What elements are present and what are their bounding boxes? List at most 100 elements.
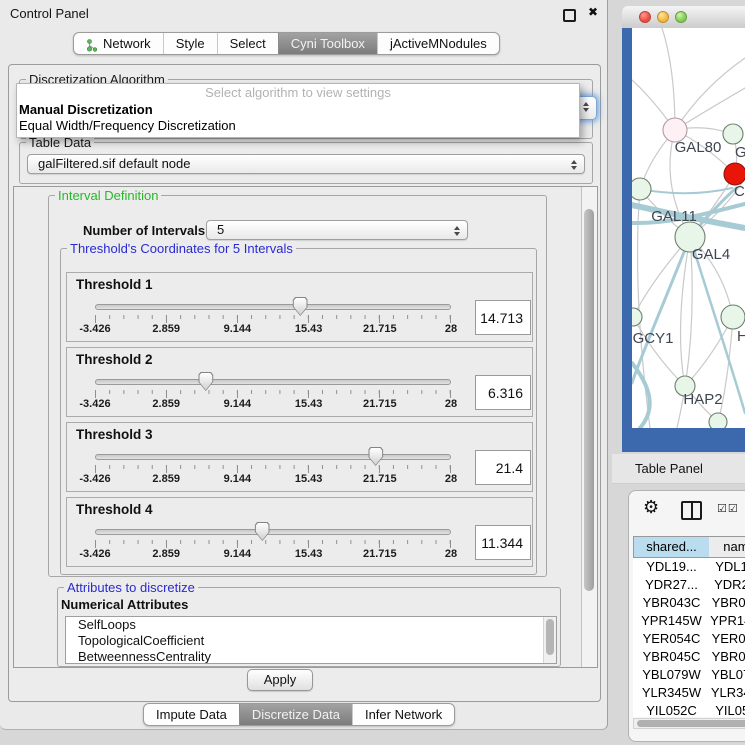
select-columns-checkboxes-icon[interactable]: ☑☑	[717, 502, 739, 515]
tab-network[interactable]: Network	[74, 33, 163, 54]
dropdown-option-equal-width[interactable]: Equal Width/Frequency Discretization	[17, 118, 579, 134]
table-data-combobox[interactable]: galFiltered.sif default node	[27, 154, 585, 174]
network-window-frame: GAL80GACGAL11GAL4GCY1HHAP2	[622, 28, 745, 452]
network-window-titlebar[interactable]	[622, 6, 745, 29]
table-row[interactable]: YIL052CYIL052C	[633, 702, 745, 717]
tab-impute-data[interactable]: Impute Data	[144, 704, 239, 725]
tab-style[interactable]: Style	[163, 33, 217, 54]
slider-ticks	[95, 540, 450, 544]
network-view-window: GAL80GACGAL11GAL4GCY1HHAP2	[622, 6, 745, 452]
slider-scale: -3.4262.8599.14415.4321.71528	[95, 548, 451, 561]
slider-thumb[interactable]	[368, 447, 383, 466]
table-row[interactable]: YLR345WYLR345W	[633, 684, 745, 702]
network-node[interactable]	[724, 163, 745, 185]
network-node[interactable]	[632, 178, 651, 200]
numerical-attributes-list[interactable]: SelfLoopsTopologicalCoefficientBetweenne…	[65, 616, 557, 664]
close-traffic-light-icon[interactable]	[639, 11, 651, 23]
list-scrollbar[interactable]	[543, 617, 556, 663]
tick-label: -3.426	[79, 398, 110, 410]
table-row[interactable]: YER054CYER054C	[633, 630, 745, 648]
network-node[interactable]	[632, 308, 642, 326]
zoom-traffic-light-icon[interactable]	[675, 11, 687, 23]
slider-thumb[interactable]	[255, 522, 270, 541]
settings-scrollpane: Interval Definition Number of Intervals …	[13, 186, 598, 668]
table-row[interactable]: YDR27...YDR27...	[633, 576, 745, 594]
slider-scale: -3.4262.8599.14415.4321.71528	[95, 323, 451, 336]
tab-select[interactable]: Select	[217, 33, 278, 54]
scrollbar-thumb[interactable]	[584, 209, 594, 591]
threshold-4-value[interactable]: 11.344	[475, 525, 531, 560]
group-title: Threshold's Coordinates for 5 Intervals	[67, 241, 296, 256]
dropdown-option-manual[interactable]: Manual Discretization	[17, 102, 579, 118]
num-intervals-label: Number of Intervals	[83, 223, 205, 238]
table-row[interactable]: YBL079WYBL079W	[633, 666, 745, 684]
settings-gear-icon[interactable]: ⚙	[643, 497, 659, 518]
tab-label: Network	[103, 33, 151, 54]
tab-cyni-toolbox[interactable]: Cyni Toolbox	[278, 33, 377, 54]
table-row[interactable]: YDL19...YDL19...	[633, 558, 745, 576]
tick-label: 15.43	[295, 548, 323, 560]
table-rows: YDL19...YDL19...YDR27...YDR27...YBR043CY…	[633, 558, 745, 717]
close-icon[interactable]: ✖	[588, 5, 598, 19]
threshold-1-slider[interactable]	[95, 304, 451, 310]
slider-ticks	[95, 390, 450, 394]
node-label: GCY1	[633, 330, 674, 347]
table-row[interactable]: YPR145WYPR145W	[633, 612, 745, 630]
settings-scrollbar[interactable]	[581, 187, 597, 667]
slider-scale: -3.4262.8599.14415.4321.71528	[95, 473, 451, 486]
tick-label: 15.43	[295, 398, 323, 410]
split-columns-icon[interactable]	[681, 501, 702, 520]
table-row[interactable]: YBR045CYBR045C	[633, 648, 745, 666]
threshold-label: Threshold 1	[76, 277, 153, 292]
network-edge[interactable]	[640, 188, 732, 193]
list-item[interactable]: SelfLoops	[66, 617, 556, 633]
network-node[interactable]	[723, 124, 743, 144]
apply-button[interactable]: Apply	[247, 669, 313, 691]
threshold-1-value[interactable]: 14.713	[475, 300, 531, 335]
tick-label: 15.43	[295, 473, 323, 485]
threshold-3-slider[interactable]	[95, 454, 451, 460]
threshold-label: Threshold 4	[76, 502, 153, 517]
list-item[interactable]: BetweennessCentrality	[66, 649, 556, 664]
threshold-2-slider[interactable]	[95, 379, 451, 385]
scrollbar-thumb[interactable]	[546, 619, 554, 655]
tick-label: 28	[445, 323, 457, 335]
control-panel-titlebar: Control Panel ✖	[0, 0, 607, 27]
network-canvas[interactable]: GAL80GACGAL11GAL4GCY1HHAP2	[632, 28, 745, 428]
node-label: GA	[735, 144, 745, 161]
tick-label: 28	[445, 548, 457, 560]
column-header-shared-name[interactable]: shared...	[633, 536, 710, 558]
table-row[interactable]: YBR043CYBR043C	[633, 594, 745, 612]
tab-jactivemnodules[interactable]: jActiveMNodules	[377, 33, 499, 54]
network-node[interactable]	[709, 413, 727, 428]
tab-discretize-data[interactable]: Discretize Data	[239, 704, 352, 725]
group-title: Attributes to discretize	[64, 580, 198, 595]
list-item[interactable]: TopologicalCoefficient	[66, 633, 556, 649]
tick-label: 21.715	[363, 548, 397, 560]
tick-label: 28	[445, 398, 457, 410]
table-horizontal-scrollbar[interactable]	[633, 718, 745, 729]
threshold-2-value[interactable]: 6.316	[475, 375, 531, 410]
threshold-4-slider[interactable]	[95, 529, 451, 535]
tab-infer-network[interactable]: Infer Network	[352, 704, 454, 725]
num-intervals-combobox[interactable]: 5	[206, 220, 468, 240]
tick-label: 9.144	[224, 323, 252, 335]
network-icon	[86, 37, 98, 50]
threshold-label: Threshold 3	[76, 427, 153, 442]
threshold-label: Threshold 2	[76, 352, 153, 367]
combo-value: galFiltered.sif default node	[38, 156, 190, 171]
slider-thumb[interactable]	[293, 297, 308, 316]
threshold-3-value[interactable]: 21.4	[475, 450, 531, 485]
float-window-icon[interactable]	[563, 9, 576, 22]
cyni-toolbox-panel: Discretization Algorithm Select algorith…	[8, 64, 601, 702]
column-header-name[interactable]: name	[709, 536, 745, 558]
list-items: SelfLoopsTopologicalCoefficientBetweenne…	[66, 617, 556, 664]
slider-thumb[interactable]	[198, 372, 213, 391]
tick-label: 28	[445, 473, 457, 485]
slider-ticks	[95, 465, 450, 469]
minimize-traffic-light-icon[interactable]	[657, 11, 669, 23]
window-title: Control Panel	[10, 6, 89, 21]
scrollbar-thumb[interactable]	[637, 720, 745, 727]
network-node[interactable]	[721, 305, 745, 329]
algorithm-dropdown-list: Select algorithm to view settings Manual…	[16, 83, 580, 138]
